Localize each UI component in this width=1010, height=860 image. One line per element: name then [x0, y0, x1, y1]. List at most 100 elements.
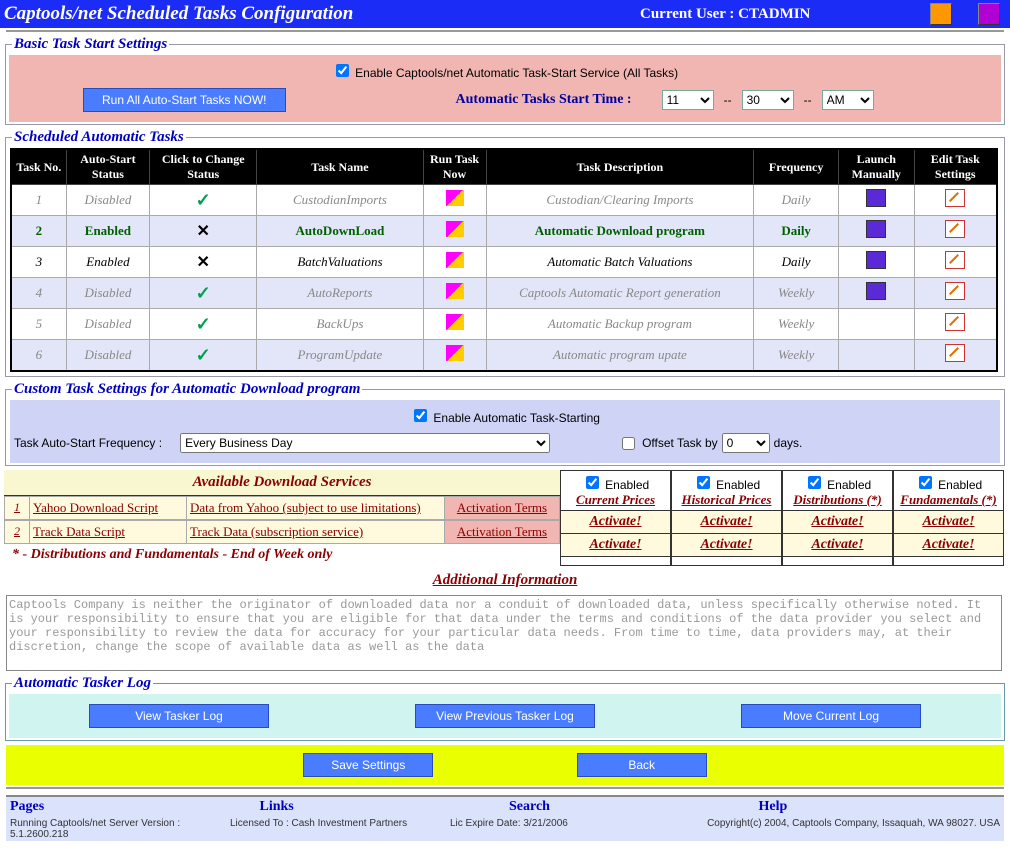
- launch-manual[interactable]: [838, 185, 914, 216]
- activate-link[interactable]: Activate!: [894, 511, 1003, 534]
- run-now[interactable]: [423, 278, 486, 309]
- service-enabled-checkbox[interactable]: [697, 476, 710, 489]
- nav-item[interactable]: Search: [505, 797, 755, 817]
- disk-icon[interactable]: [978, 3, 1000, 25]
- run-now[interactable]: [423, 247, 486, 278]
- status-toggle[interactable]: ✓: [150, 278, 257, 309]
- check-icon[interactable]: ✓: [196, 314, 211, 334]
- activate-link[interactable]: Activate!: [561, 534, 670, 557]
- frequency-select[interactable]: Every Business Day: [180, 433, 550, 453]
- activate-link[interactable]: Activate!: [672, 534, 781, 557]
- offset-select[interactable]: 0: [722, 433, 770, 453]
- edit-icon[interactable]: [945, 251, 965, 269]
- activate-link[interactable]: Activate!: [561, 511, 670, 534]
- enable-auto-start-label: Enable Automatic Task-Starting: [433, 411, 600, 425]
- activation-terms-link[interactable]: Activation Terms: [445, 497, 559, 519]
- launch-icon[interactable]: [866, 189, 886, 207]
- offset-checkbox[interactable]: [622, 437, 635, 450]
- frequency-label: Task Auto-Start Frequency :: [14, 436, 162, 450]
- view-log-button[interactable]: View Tasker Log: [89, 704, 269, 728]
- launch-icon[interactable]: [866, 282, 886, 300]
- service-enabled-checkbox[interactable]: [919, 476, 932, 489]
- service-script-link[interactable]: Track Data Script: [30, 521, 187, 543]
- edit-task[interactable]: [914, 216, 997, 247]
- table-header: Auto-Start Status: [66, 149, 149, 185]
- task-status: Disabled: [66, 340, 149, 372]
- launch-manual[interactable]: [838, 309, 914, 340]
- help-icon[interactable]: [930, 3, 952, 25]
- edit-task[interactable]: [914, 278, 997, 309]
- activate-link[interactable]: Activate!: [783, 534, 892, 557]
- edit-task[interactable]: [914, 309, 997, 340]
- service-col-header[interactable]: Distributions (*): [793, 492, 882, 507]
- hour-select[interactable]: 11: [662, 90, 714, 110]
- run-now[interactable]: [423, 340, 486, 372]
- check-icon[interactable]: ✓: [196, 283, 211, 303]
- enable-service-checkbox[interactable]: [336, 64, 349, 77]
- edit-icon[interactable]: [945, 282, 965, 300]
- status-toggle[interactable]: ✓: [150, 340, 257, 372]
- run-icon[interactable]: [446, 221, 464, 237]
- activate-link[interactable]: Activate!: [672, 511, 781, 534]
- launch-manual[interactable]: [838, 216, 914, 247]
- service-desc-link[interactable]: Data from Yahoo (subject to use limitati…: [187, 497, 445, 519]
- tasks-table: Task No.Auto-Start StatusClick to Change…: [10, 148, 998, 372]
- x-icon[interactable]: ✕: [197, 223, 210, 240]
- view-prev-log-button[interactable]: View Previous Tasker Log: [415, 704, 595, 728]
- service-col-header[interactable]: Current Prices: [576, 492, 655, 507]
- run-icon[interactable]: [446, 283, 464, 299]
- service-script-link[interactable]: Yahoo Download Script: [30, 497, 187, 519]
- activate-link[interactable]: Activate!: [894, 534, 1003, 557]
- run-now[interactable]: [423, 216, 486, 247]
- run-all-button[interactable]: Run All Auto-Start Tasks NOW!: [83, 88, 286, 112]
- x-icon[interactable]: ✕: [197, 254, 210, 271]
- task-no: 2: [11, 216, 66, 247]
- ampm-select[interactable]: AM: [822, 90, 874, 110]
- service-col-header[interactable]: Fundamentals (*): [900, 492, 996, 507]
- enable-auto-start-checkbox[interactable]: [414, 409, 427, 422]
- enabled-label: Enabled: [827, 478, 871, 492]
- service-col-header[interactable]: Historical Prices: [682, 492, 772, 507]
- service-enabled-checkbox[interactable]: [808, 476, 821, 489]
- service-enabled-checkbox[interactable]: [586, 476, 599, 489]
- activate-link[interactable]: Activate!: [783, 511, 892, 534]
- nav-item[interactable]: Links: [256, 797, 506, 817]
- service-column: EnabledCurrent PricesActivate!Activate!: [560, 470, 671, 566]
- edit-icon[interactable]: [945, 220, 965, 238]
- run-now[interactable]: [423, 309, 486, 340]
- back-button[interactable]: Back: [577, 753, 707, 777]
- run-now[interactable]: [423, 185, 486, 216]
- launch-manual[interactable]: [838, 278, 914, 309]
- run-icon[interactable]: [446, 252, 464, 268]
- launch-manual[interactable]: [838, 340, 914, 372]
- edit-icon[interactable]: [945, 189, 965, 207]
- edit-task[interactable]: [914, 185, 997, 216]
- launch-icon[interactable]: [866, 251, 886, 269]
- check-icon[interactable]: ✓: [196, 345, 211, 365]
- status-toggle[interactable]: ✓: [150, 309, 257, 340]
- edit-icon[interactable]: [945, 313, 965, 331]
- task-no: 3: [11, 247, 66, 278]
- service-desc-link[interactable]: Track Data (subscription service): [187, 521, 445, 543]
- nav-item[interactable]: Help: [755, 797, 1005, 817]
- status-toggle[interactable]: ✓: [150, 185, 257, 216]
- run-icon[interactable]: [446, 190, 464, 206]
- minute-select[interactable]: 30: [742, 90, 794, 110]
- run-icon[interactable]: [446, 314, 464, 330]
- scheduled-tasks-legend: Scheduled Automatic Tasks: [12, 129, 186, 146]
- status-toggle[interactable]: ✕: [150, 216, 257, 247]
- run-icon[interactable]: [446, 345, 464, 361]
- edit-task[interactable]: [914, 340, 997, 372]
- edit-task[interactable]: [914, 247, 997, 278]
- edit-icon[interactable]: [945, 344, 965, 362]
- check-icon[interactable]: ✓: [196, 190, 211, 210]
- info-textarea[interactable]: Captools Company is neither the originat…: [6, 595, 1002, 671]
- nav-item[interactable]: Pages: [6, 797, 256, 817]
- activation-terms-link[interactable]: Activation Terms: [445, 521, 559, 543]
- save-settings-button[interactable]: Save Settings: [303, 753, 433, 777]
- launch-manual[interactable]: [838, 247, 914, 278]
- launch-icon[interactable]: [866, 220, 886, 238]
- move-log-button[interactable]: Move Current Log: [741, 704, 921, 728]
- status-toggle[interactable]: ✕: [150, 247, 257, 278]
- task-name: AutoDownLoad: [257, 216, 423, 247]
